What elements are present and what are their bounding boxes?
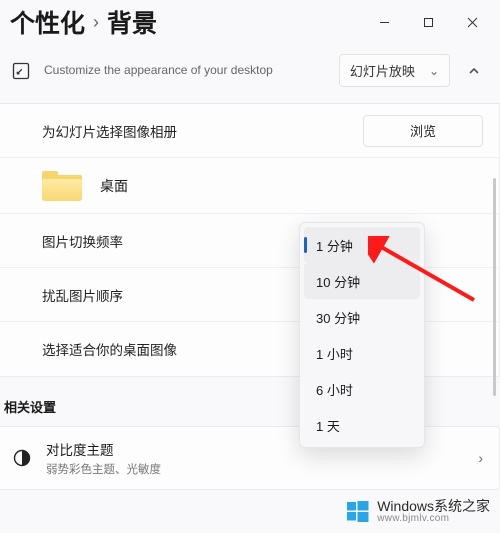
titlebar: 个性化 › 背景 — [0, 0, 500, 44]
contrast-title: 对比度主题 — [46, 439, 161, 459]
fit-label: 选择适合你的桌面图像 — [42, 339, 177, 359]
windows-logo-icon — [345, 499, 371, 525]
collapse-section-button[interactable] — [460, 57, 488, 85]
interval-label: 图片切换频率 — [42, 231, 123, 251]
interval-dropdown-menu: 1 分钟 10 分钟 30 分钟 1 小时 6 小时 1 天 — [299, 222, 425, 448]
background-mode-value: 幻灯片放映 — [350, 61, 415, 80]
watermark-url: www.bjmlv.com — [377, 514, 490, 525]
folder-icon — [42, 171, 82, 201]
interval-option-1min[interactable]: 1 分钟 — [304, 227, 420, 263]
watermark: Windows系统之家 www.bjmlv.com — [345, 499, 490, 525]
personalize-icon — [10, 61, 32, 81]
contrast-icon — [12, 448, 32, 468]
related-settings-heading: 相关设置 — [0, 377, 500, 426]
slideshow-panel: 为幻灯片选择图像相册 浏览 桌面 图片切换频率 扰乱图片顺序 选择适合你的桌面图… — [0, 103, 500, 377]
interval-option-30min[interactable]: 30 分钟 — [304, 299, 420, 335]
maximize-button[interactable] — [406, 7, 450, 37]
contrast-sub: 弱势彩色主题、光敏度 — [46, 461, 161, 477]
breadcrumb: 个性化 › 背景 — [10, 4, 157, 40]
breadcrumb-background: 背景 — [107, 4, 157, 40]
album-folder-row[interactable]: 桌面 — [0, 158, 499, 214]
chevron-right-icon: › — [478, 450, 483, 466]
chevron-right-icon: › — [93, 12, 99, 33]
browse-button[interactable]: 浏览 — [363, 115, 483, 147]
interval-option-1day[interactable]: 1 天 — [304, 407, 420, 443]
background-header-row: Customize the appearance of your desktop… — [0, 44, 500, 103]
shuffle-label: 扰乱图片顺序 — [42, 285, 123, 305]
window-controls — [362, 7, 494, 37]
interval-option-1hr[interactable]: 1 小时 — [304, 335, 420, 371]
choose-album-label: 为幻灯片选择图像相册 — [42, 121, 177, 141]
background-mode-group: 幻灯片放映 ⌄ — [339, 54, 488, 87]
choose-album-row: 为幻灯片选择图像相册 浏览 — [0, 104, 499, 158]
interval-option-10min[interactable]: 10 分钟 — [304, 263, 420, 299]
close-button[interactable] — [450, 7, 494, 37]
background-subtitle: Customize the appearance of your desktop — [44, 63, 327, 79]
minimize-button[interactable] — [362, 7, 406, 37]
album-folder-name: 桌面 — [100, 176, 128, 196]
background-mode-dropdown[interactable]: 幻灯片放映 ⌄ — [339, 54, 450, 87]
scrollbar-thumb[interactable] — [493, 178, 496, 396]
watermark-title: Windows系统之家 — [377, 499, 490, 514]
contrast-themes-card[interactable]: 对比度主题 弱势彩色主题、光敏度 › — [0, 426, 500, 490]
contrast-text: 对比度主题 弱势彩色主题、光敏度 — [46, 439, 161, 477]
chevron-down-icon: ⌄ — [429, 64, 439, 78]
interval-option-6hr[interactable]: 6 小时 — [304, 371, 420, 407]
breadcrumb-personalization[interactable]: 个性化 — [10, 4, 85, 40]
